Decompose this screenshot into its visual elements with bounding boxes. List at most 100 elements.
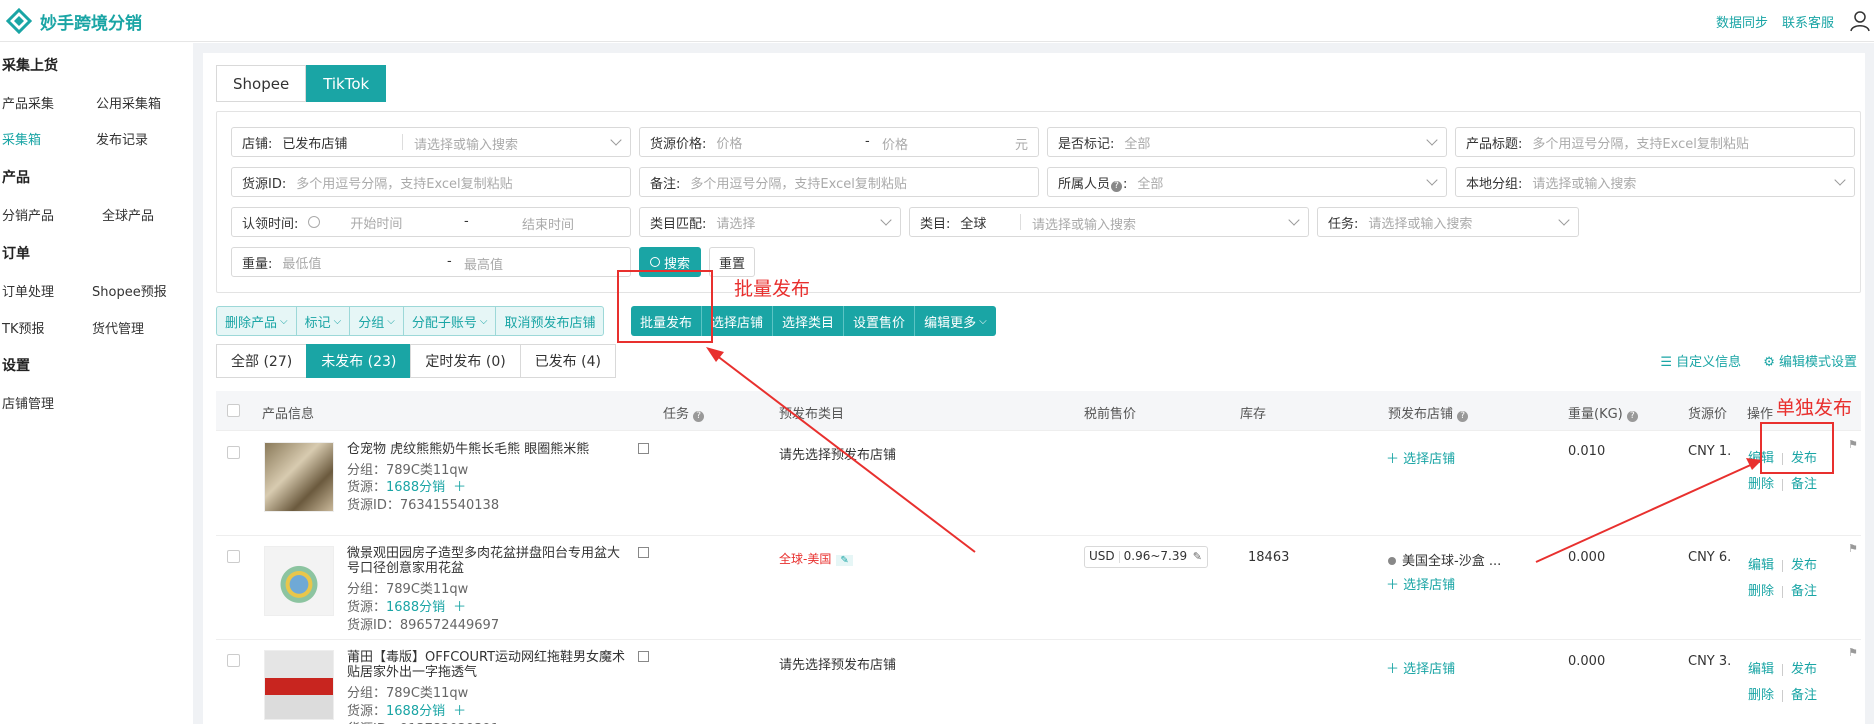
flag-icon[interactable]: ⚑: [1848, 438, 1858, 451]
status-tab-scheduled[interactable]: 定时发布 (0): [410, 344, 521, 378]
select-store-link[interactable]: ＋ 选择店铺: [1386, 658, 1455, 677]
row-ops-bottom: 删除 备注: [1748, 580, 1817, 599]
edit-icon[interactable]: [638, 651, 649, 662]
local-group-filter[interactable]: 本地分组: 请选择或输入搜索: [1455, 167, 1855, 197]
chevron-down-icon: [1288, 214, 1300, 226]
sidebar-section-product: 产品: [2, 170, 30, 186]
product-title[interactable]: 微景观田园房子造型多肉花盆拼盘阳台专用盆大号口径创意家用花盆: [347, 546, 627, 576]
sidebar-section-settings: 设置: [2, 358, 30, 374]
col-stock: 库存: [1240, 407, 1267, 422]
delete-button[interactable]: 删除: [1748, 688, 1774, 703]
product-title[interactable]: 莆田【毒版】OFFCOURT运动网红拖鞋男女魔术贴居家外出一字拖透气: [347, 650, 627, 680]
cancel-prepublish-store-button[interactable]: 取消预发布店铺: [496, 307, 603, 335]
app-logo[interactable]: 妙手跨境分销: [6, 8, 142, 34]
single-publish-highlight: [1760, 422, 1834, 474]
note-button[interactable]: 备注: [1791, 688, 1817, 703]
row-ops-top: 编辑 发布: [1748, 554, 1817, 573]
sidebar-item-global-product[interactable]: 全球产品: [102, 205, 154, 224]
category-tag[interactable]: 全球-美国 ✎: [779, 550, 853, 567]
mark-filter[interactable]: 是否标记: 全部: [1047, 127, 1447, 157]
product-thumbnail[interactable]: [264, 546, 334, 616]
plus-icon[interactable]: ＋: [453, 704, 466, 719]
edit-mode-settings-link[interactable]: ⚙ 编辑模式设置: [1763, 351, 1857, 370]
sidebar-item-public-box[interactable]: 公用采集箱: [96, 93, 161, 112]
category-match-filter[interactable]: 类目匹配: 请选择: [639, 207, 901, 237]
tab-shopee[interactable]: Shopee: [216, 65, 307, 102]
edit-icon[interactable]: ✎: [1193, 550, 1202, 563]
plus-icon[interactable]: ＋: [453, 480, 466, 495]
select-all-checkbox[interactable]: [227, 404, 240, 417]
title-filter[interactable]: 产品标题: 多个用逗号分隔，支持Excel复制粘贴: [1455, 127, 1855, 157]
assign-subaccount-button[interactable]: 分配子账号 ⌵: [404, 307, 497, 335]
product-source-id: 货源ID：896572449697: [347, 618, 500, 633]
edit-more-button[interactable]: 编辑更多 ⌵: [915, 306, 996, 336]
product-title[interactable]: 仓宠物 虎纹熊熊奶牛熊长毛熊 眼圈熊米熊: [347, 442, 627, 457]
row-checkbox[interactable]: [227, 446, 240, 459]
mark-button[interactable]: 标记 ⌵: [297, 307, 351, 335]
delete-button[interactable]: 删除: [1748, 584, 1774, 599]
set-price-button[interactable]: 设置售价: [844, 306, 916, 336]
edit-icon[interactable]: ✎: [836, 555, 853, 566]
source-price-value: CNY 1.: [1688, 444, 1732, 459]
chevron-down-icon: [880, 214, 892, 226]
claim-time-filter[interactable]: 认领时间: 开始时间 - 结束时间: [231, 207, 631, 237]
delete-button[interactable]: 删除: [1748, 477, 1774, 492]
price-filter[interactable]: 货源价格: 价格 - 价格 元: [639, 127, 1039, 157]
reset-button[interactable]: 重置: [709, 247, 755, 277]
sidebar-item-shopee-forecast[interactable]: Shopee预报: [92, 281, 167, 300]
group-button[interactable]: 分组 ⌵: [350, 307, 404, 335]
note-button[interactable]: 备注: [1791, 584, 1817, 599]
table-header: 产品信息 任务 ? 预发布类目 税前售价 库存 预发布店铺 ? 重量(KG) ?…: [216, 391, 1861, 431]
owner-filter[interactable]: 所属人员?: 全部: [1047, 167, 1447, 197]
sidebar-item-store-manage[interactable]: 店铺管理: [2, 393, 54, 412]
edit-icon[interactable]: [638, 443, 649, 454]
row-checkbox[interactable]: [227, 550, 240, 563]
product-thumbnail[interactable]: [264, 650, 334, 720]
table-row: 仓宠物 虎纹熊熊奶牛熊长毛熊 眼圈熊米熊 分组：789C类11qw 货源：168…: [216, 432, 1861, 536]
sidebar-item-forwarder[interactable]: 货代管理: [92, 318, 144, 337]
sidebar-item-order-process[interactable]: 订单处理: [2, 281, 54, 300]
data-sync-link[interactable]: 数据同步: [1716, 12, 1768, 31]
sidebar-item-dist-product[interactable]: 分销产品: [2, 205, 54, 224]
flag-icon[interactable]: ⚑: [1848, 646, 1858, 659]
task-filter[interactable]: 任务: 请选择或输入搜索: [1317, 207, 1579, 237]
status-tab-unpublished[interactable]: 未发布 (23): [306, 344, 412, 378]
contact-support-link[interactable]: 联系客服: [1782, 12, 1834, 31]
delete-products-button[interactable]: 删除产品 ⌵: [217, 307, 297, 335]
edit-button[interactable]: 编辑: [1748, 558, 1774, 573]
custom-info-link[interactable]: ☰ 自定义信息: [1660, 351, 1741, 370]
edit-icon[interactable]: [638, 547, 649, 558]
source-id-filter[interactable]: 货源ID: 多个用逗号分隔，支持Excel复制粘贴: [231, 167, 631, 197]
sidebar-item-tk-forecast[interactable]: TK预报: [2, 318, 44, 337]
note-button[interactable]: 备注: [1791, 477, 1817, 492]
user-icon[interactable]: [1850, 10, 1870, 32]
table-settings-links: ☰ 自定义信息 ⚙ 编辑模式设置: [1660, 351, 1857, 370]
weight-filter[interactable]: 重量: 最低值 - 最高值: [231, 247, 631, 277]
publish-button[interactable]: 发布: [1791, 662, 1817, 677]
sidebar-item-product-collect[interactable]: 产品采集: [2, 93, 54, 112]
select-category-button[interactable]: 选择类目: [773, 306, 845, 336]
weight-value: 0.010: [1568, 444, 1606, 459]
sidebar-item-collect-box[interactable]: 采集箱: [2, 129, 41, 148]
tab-tiktok[interactable]: TikTok: [306, 65, 387, 102]
product-thumbnail[interactable]: [264, 442, 334, 512]
edit-button[interactable]: 编辑: [1748, 662, 1774, 677]
sidebar-item-publish-log[interactable]: 发布记录: [96, 129, 148, 148]
chevron-down-icon: [1834, 174, 1846, 186]
category-filter[interactable]: 类目: 全球 请选择或输入搜索: [909, 207, 1309, 237]
batch-publish-highlight: [617, 270, 713, 343]
store-filter[interactable]: 店铺: 已发布店铺 请选择或输入搜索: [231, 127, 631, 157]
row-checkbox[interactable]: [227, 654, 240, 667]
price-input[interactable]: USD 0.96~7.39 ✎: [1084, 546, 1208, 568]
select-store-link[interactable]: ＋ 选择店铺: [1386, 574, 1455, 593]
select-store-link[interactable]: ＋ 选择店铺: [1386, 448, 1455, 467]
row-ops-bottom: 删除 备注: [1748, 473, 1817, 492]
col-prepublish-category: 预发布类目: [779, 407, 845, 422]
plus-icon[interactable]: ＋: [453, 600, 466, 615]
status-tab-published[interactable]: 已发布 (4): [519, 344, 616, 378]
status-tab-all[interactable]: 全部 (27): [216, 344, 308, 378]
flag-icon[interactable]: ⚑: [1848, 542, 1858, 555]
publish-button[interactable]: 发布: [1791, 558, 1817, 573]
product-group: 分组：789C类11qw: [347, 582, 469, 597]
note-filter[interactable]: 备注: 多个用逗号分隔，支持Excel复制粘贴: [639, 167, 1039, 197]
